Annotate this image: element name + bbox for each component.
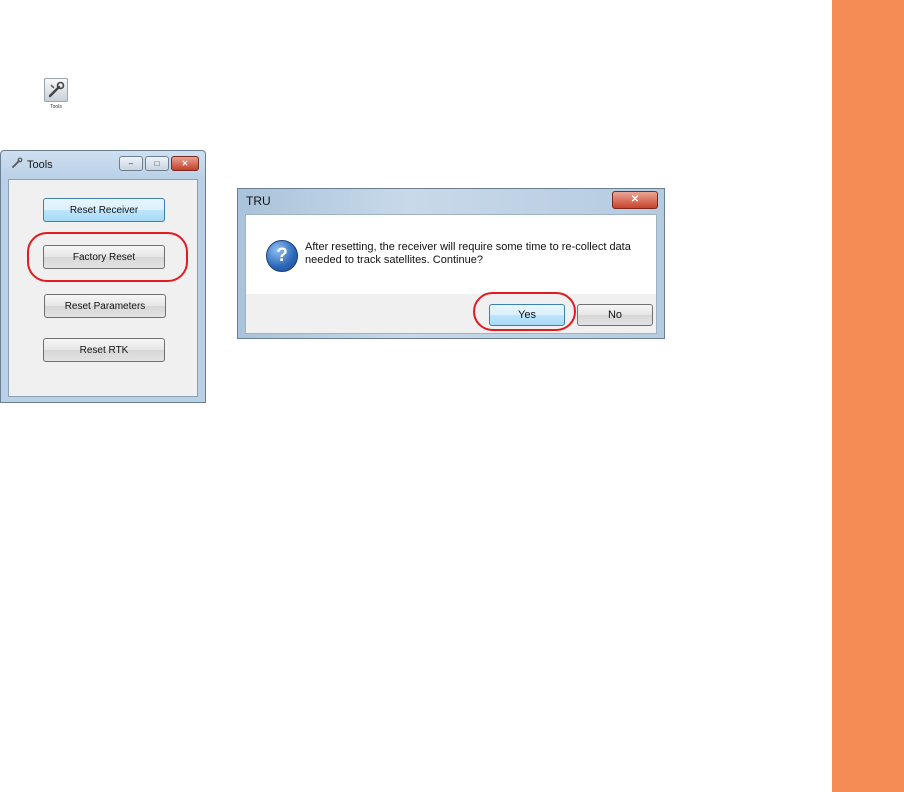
reset-receiver-button[interactable]: Reset Receiver: [43, 198, 165, 222]
tools-window: Tools – □ ✕ Reset Receiver Factory Reset…: [0, 150, 206, 403]
wrench-icon: [11, 157, 23, 172]
tools-window-title-text: Tools: [27, 158, 53, 171]
reset-parameters-button[interactable]: Reset Parameters: [44, 294, 166, 318]
no-button[interactable]: No: [577, 304, 653, 326]
tools-window-client: Reset Receiver Factory Reset Reset Param…: [8, 179, 198, 397]
tools-wrench-icon: [44, 78, 68, 102]
maximize-button[interactable]: □: [145, 156, 169, 171]
close-button[interactable]: ✕: [171, 156, 199, 171]
dialog-close-button[interactable]: ✕: [612, 191, 658, 209]
minimize-button[interactable]: –: [119, 156, 143, 171]
dialog-body: ? After resetting, the receiver will req…: [245, 214, 657, 334]
dialog-message: After resetting, the receiver will requi…: [305, 241, 631, 266]
question-icon: ?: [266, 240, 298, 272]
factory-reset-button[interactable]: Factory Reset: [43, 245, 165, 269]
orange-side-band: [832, 0, 904, 792]
yes-button[interactable]: Yes: [489, 304, 565, 326]
shortcut-label: Tools: [50, 104, 62, 110]
tru-dialog: TRU ✕ ? After resetting, the receiver wi…: [237, 188, 665, 339]
reset-rtk-button[interactable]: Reset RTK: [43, 338, 165, 362]
tools-window-title: Tools: [11, 157, 53, 172]
tools-shortcut[interactable]: Tools: [40, 78, 72, 110]
dialog-title: TRU: [246, 194, 271, 208]
dialog-message-area: ? After resetting, the receiver will req…: [246, 215, 656, 294]
